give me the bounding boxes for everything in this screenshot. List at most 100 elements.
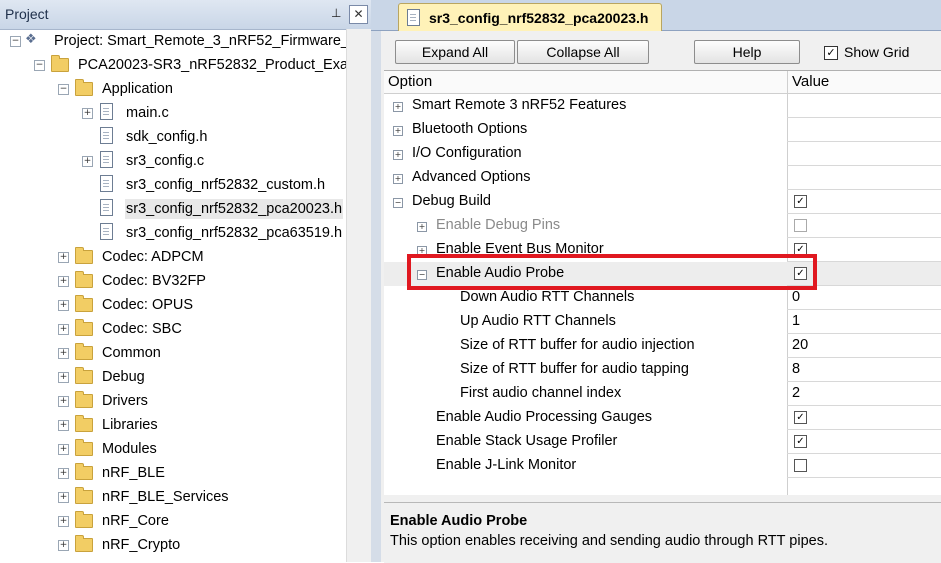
option-row[interactable]: + Enable Debug Pins (384, 214, 941, 238)
tree-item-label: sr3_config_nrf52832_pca63519.h (126, 225, 343, 241)
tree-item-label: sdk_config.h (126, 129, 208, 145)
tree-file-item[interactable]: sr3_config_nrf52832_pca20023.h (0, 197, 346, 221)
expand-toggle-icon[interactable]: + (58, 348, 69, 359)
project-tree-scrollbar[interactable] (346, 29, 372, 562)
option-value-field[interactable]: 2 (792, 385, 800, 401)
option-value-field[interactable]: 20 (792, 337, 808, 353)
tree-file-item[interactable]: sdk_config.h (0, 125, 346, 149)
tree-item-label: Common (102, 345, 161, 361)
option-row[interactable]: + I/O Configuration (384, 142, 941, 166)
tree-folder-item[interactable]: + Debug (0, 365, 346, 389)
option-label: Down Audio RTT Channels (460, 289, 635, 305)
help-button[interactable]: Help (694, 40, 800, 64)
option-value-checkbox[interactable]: ✓ (794, 195, 807, 208)
option-value-checkbox[interactable]: ✓ (794, 411, 807, 424)
option-row[interactable]: Enable Audio Processing Gauges ✓ (384, 406, 941, 430)
tree-item-label: Codec: SBC (102, 321, 182, 337)
expand-toggle-icon[interactable]: + (58, 516, 69, 527)
tree-file-item[interactable]: + main.c (0, 101, 346, 125)
collapse-toggle-icon[interactable]: − (58, 84, 69, 95)
collapse-toggle-icon[interactable]: − (393, 198, 403, 208)
tree-file-item[interactable]: sr3_config_nrf52832_pca63519.h (0, 221, 346, 245)
tree-file-item[interactable]: sr3_config_nrf52832_custom.h (0, 173, 346, 197)
close-pane-icon[interactable]: ✕ (349, 5, 368, 24)
folder-icon (75, 319, 93, 336)
expand-toggle-icon[interactable]: + (393, 150, 403, 160)
expand-toggle-icon[interactable]: + (58, 540, 69, 551)
folder-icon (75, 511, 93, 528)
grid-header: Option Value (384, 71, 941, 94)
tree-item-label: nRF_BLE (102, 465, 165, 481)
tree-folder-item[interactable]: + nRF_BLE_Services (0, 485, 346, 509)
tree-item-label: sr3_config.c (126, 153, 205, 169)
expand-toggle-icon[interactable]: + (58, 276, 69, 287)
option-row[interactable]: Enable Stack Usage Profiler ✓ (384, 430, 941, 454)
tree-folder-item[interactable]: + Libraries (0, 413, 346, 437)
option-row[interactable]: First audio channel index 2 (384, 382, 941, 406)
expand-toggle-icon[interactable]: + (58, 396, 69, 407)
tree-item-label: Codec: OPUS (102, 297, 194, 313)
option-value-checkbox[interactable] (794, 219, 807, 232)
tree-folder-item[interactable]: + nRF_BLE (0, 461, 346, 485)
option-row[interactable]: Up Audio RTT Channels 1 (384, 310, 941, 334)
expand-toggle-icon[interactable]: + (58, 468, 69, 479)
description-text: This option enables receiving and sendin… (390, 533, 828, 549)
option-row[interactable]: + Advanced Options (384, 166, 941, 190)
folder-icon (75, 295, 93, 312)
option-value-field[interactable]: 8 (792, 361, 800, 377)
expand-toggle-icon[interactable]: + (58, 372, 69, 383)
option-value-checkbox[interactable] (794, 459, 807, 472)
project-icon: ❖ (25, 31, 37, 46)
collapse-toggle-icon[interactable]: − (10, 36, 21, 47)
tree-folder-item[interactable]: + nRF_Crypto (0, 533, 346, 557)
tree-folder-item[interactable]: + Codec: OPUS (0, 293, 346, 317)
option-row[interactable]: + Smart Remote 3 nRF52 Features (384, 94, 941, 118)
tree-folder-item[interactable]: − Application (0, 77, 346, 101)
expand-all-button[interactable]: Expand All (395, 40, 515, 64)
option-label: Bluetooth Options (412, 121, 528, 137)
expand-toggle-icon[interactable]: + (82, 156, 93, 167)
configuration-wizard: Expand All Collapse All Help ✓ Show Grid… (381, 31, 941, 563)
tree-folder-item[interactable]: + Modules (0, 437, 346, 461)
pin-icon[interactable]: ⊥ (331, 6, 341, 20)
expand-toggle-icon[interactable]: + (58, 420, 69, 431)
highlight-annotation-box (407, 254, 817, 290)
expand-toggle-icon[interactable]: + (393, 102, 403, 112)
option-row[interactable]: Size of RTT buffer for audio tapping 8 (384, 358, 941, 382)
show-grid-checkbox[interactable]: ✓ (824, 46, 838, 60)
tree-folder-item[interactable]: + Common (0, 341, 346, 365)
option-value-field[interactable]: 0 (792, 289, 800, 305)
option-row[interactable]: + Bluetooth Options (384, 118, 941, 142)
expand-toggle-icon[interactable]: + (393, 174, 403, 184)
expand-toggle-icon[interactable]: + (417, 222, 427, 232)
option-row[interactable]: − Debug Build ✓ (384, 190, 941, 214)
option-label: First audio channel index (460, 385, 622, 401)
tree-folder-item[interactable]: + Drivers (0, 389, 346, 413)
collapse-toggle-icon[interactable]: − (34, 60, 45, 71)
editor-tab-title: sr3_config_nrf52832_pca20023.h (429, 10, 649, 26)
expand-toggle-icon[interactable]: + (58, 444, 69, 455)
tree-project-item[interactable]: − ❖ Project: Smart_Remote_3_nRF52_Firmware… (0, 29, 346, 53)
option-row[interactable]: Size of RTT buffer for audio injection 20 (384, 334, 941, 358)
tree-folder-item[interactable]: + Codec: SBC (0, 317, 346, 341)
expand-toggle-icon[interactable]: + (58, 252, 69, 263)
expand-toggle-icon[interactable]: + (58, 300, 69, 311)
expand-toggle-icon[interactable]: + (58, 324, 69, 335)
option-row[interactable]: Enable J-Link Monitor (384, 454, 941, 478)
show-grid-label: Show Grid (844, 44, 910, 60)
expand-toggle-icon[interactable]: + (393, 126, 403, 136)
project-pane: Project ⊥ ✕ − ❖ Project: Smart_Remote_3_nR… (0, 0, 372, 562)
folder-icon (75, 343, 93, 360)
project-pane-header: Project ⊥ ✕ (0, 0, 371, 30)
expand-toggle-icon[interactable]: + (82, 108, 93, 119)
tree-target-item[interactable]: − PCA20023-SR3_nRF52832_Product_Exam (0, 53, 346, 77)
option-value-field[interactable]: 1 (792, 313, 800, 329)
collapse-all-button[interactable]: Collapse All (517, 40, 649, 64)
tree-folder-item[interactable]: + nRF_Core (0, 509, 346, 533)
editor-tab-active[interactable]: sr3_config_nrf52832_pca20023.h (398, 3, 662, 32)
option-value-checkbox[interactable]: ✓ (794, 435, 807, 448)
tree-folder-item[interactable]: + Codec: BV32FP (0, 269, 346, 293)
tree-file-item[interactable]: + sr3_config.c (0, 149, 346, 173)
tree-folder-item[interactable]: + Codec: ADPCM (0, 245, 346, 269)
expand-toggle-icon[interactable]: + (58, 492, 69, 503)
